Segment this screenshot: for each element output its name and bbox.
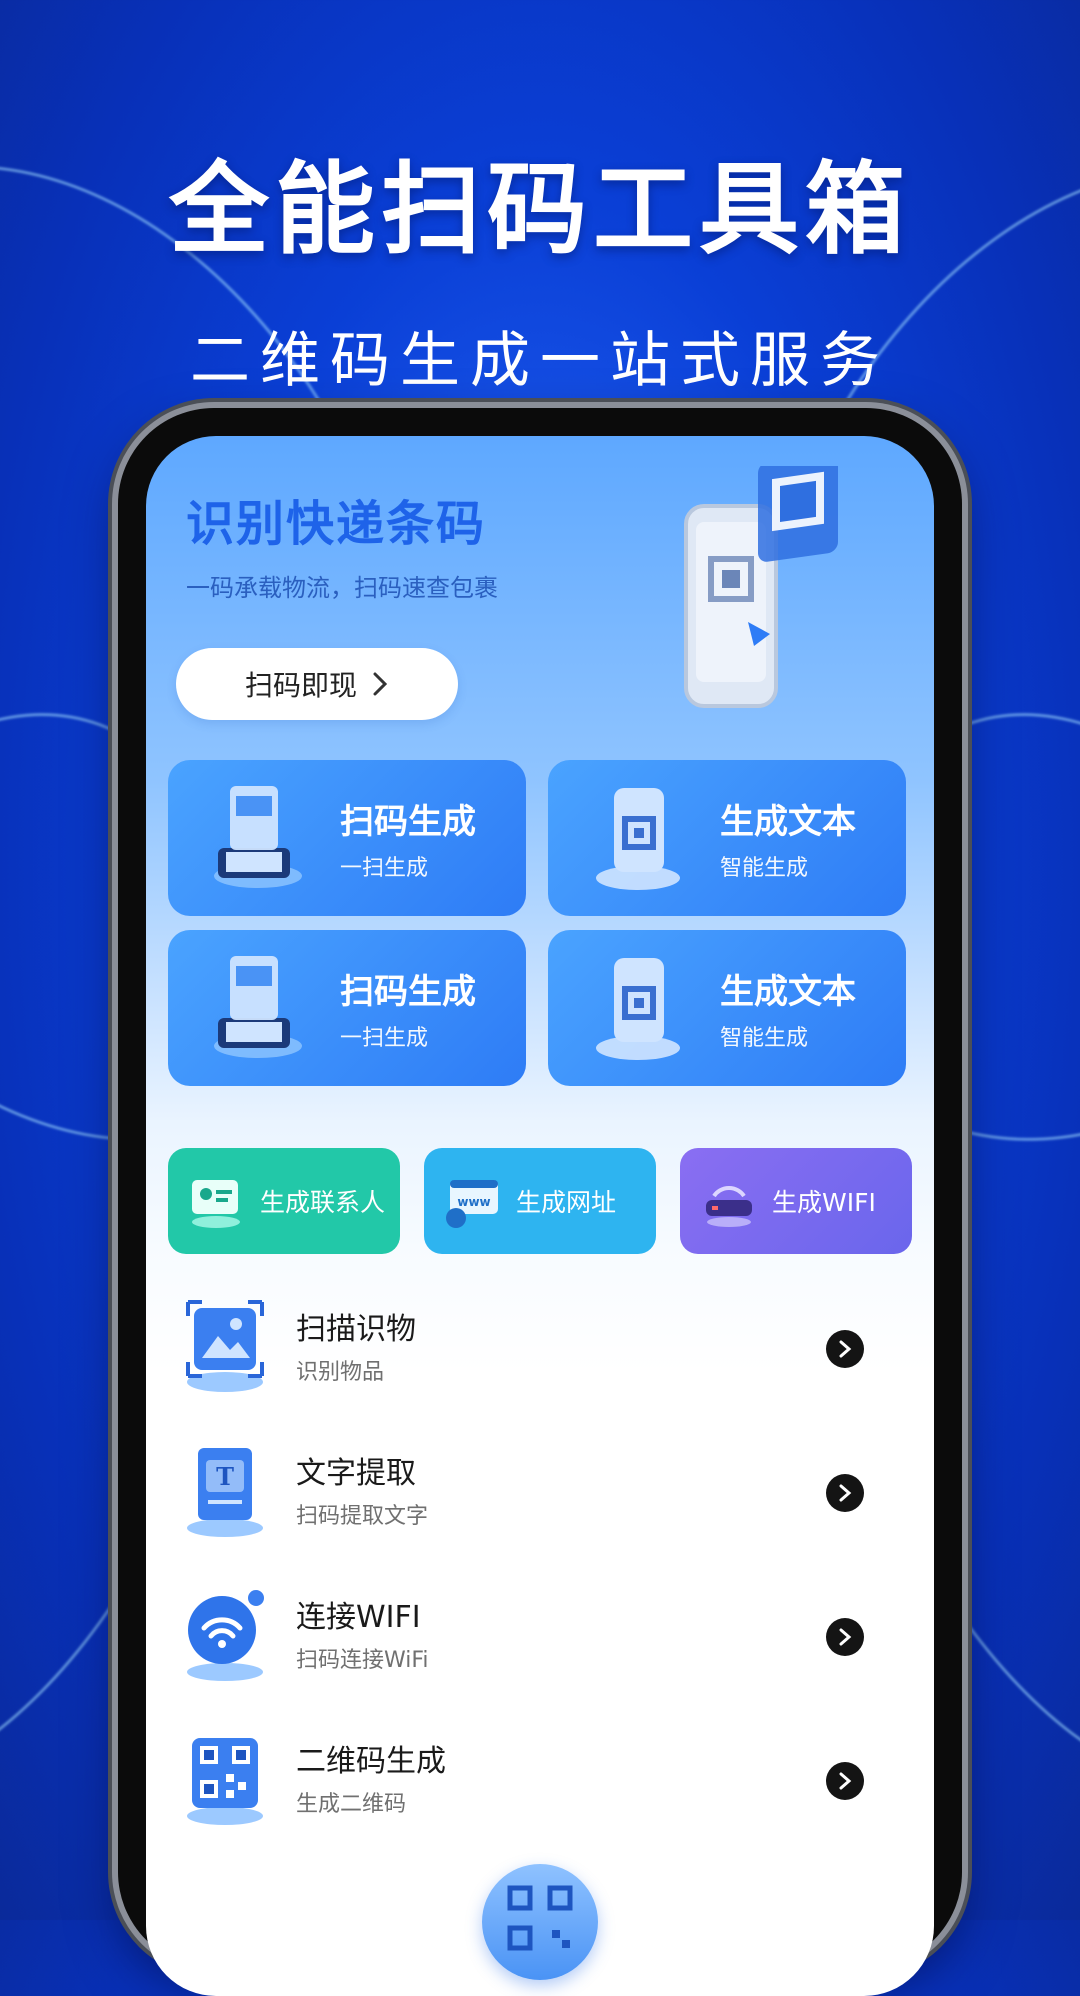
list-item-title: 二维码生成 <box>296 1744 446 1779</box>
generate-contact-button[interactable]: 生成联系人 <box>168 1148 400 1254</box>
contact-card-icon <box>192 1180 240 1228</box>
promo-title: 全能扫码工具箱 <box>169 151 911 268</box>
chevron-right-icon[interactable] <box>826 1762 864 1800</box>
feature-card-scan-generate[interactable]: 扫码生成 一扫生成 <box>168 760 526 916</box>
generate-url-button[interactable]: www 生成网址 <box>424 1148 656 1254</box>
scan-generate-icon <box>214 956 302 1058</box>
list-item-connect-wifi[interactable]: 连接WIFI 扫码连接WiFi <box>146 1572 934 1702</box>
scan-qr-fab-button[interactable] <box>482 1864 598 1980</box>
generate-wifi-button[interactable]: 生成WIFI <box>680 1148 912 1254</box>
list-item-scan-object[interactable]: 扫描识物 识别物品 <box>146 1284 934 1414</box>
feature-card-generate-text[interactable]: 生成文本 智能生成 <box>548 930 906 1086</box>
qr-phone-icon <box>596 788 680 890</box>
list-item-subtitle: 生成二维码 <box>296 1792 407 1817</box>
card-subtitle: 一扫生成 <box>340 1026 429 1051</box>
banner-title: 识别快递条码 <box>186 496 487 552</box>
banner-subtitle: 一码承载物流，扫码速查包裹 <box>186 574 498 602</box>
scan-generate-icon <box>214 786 302 888</box>
phone-frame: 识别快递条码 一码承载物流，扫码速查包裹 扫码即现 扫码生成 一扫生成 生成文本… <box>118 408 962 1996</box>
svg-text:www: www <box>457 1195 490 1209</box>
card-title: 生成文本 <box>720 972 856 1012</box>
promo-subtitle: 二维码生成一站式服务 <box>190 326 890 396</box>
chevron-right-icon[interactable] <box>826 1474 864 1512</box>
card-title: 扫码生成 <box>340 802 476 842</box>
chevron-right-icon <box>373 672 388 696</box>
qr-phone-icon <box>596 958 680 1060</box>
generate-contact-label: 生成联系人 <box>260 1188 386 1217</box>
list-item-title: 连接WIFI <box>296 1600 421 1635</box>
card-title: 扫码生成 <box>340 972 476 1012</box>
list-item-subtitle: 识别物品 <box>296 1360 385 1385</box>
list-item-title: 扫描识物 <box>296 1312 416 1347</box>
chevron-right-icon[interactable] <box>826 1330 864 1368</box>
scan-now-button[interactable]: 扫码即现 <box>176 648 458 720</box>
svg-text:T: T <box>216 1462 234 1491</box>
generate-wifi-label: 生成WIFI <box>772 1188 876 1217</box>
list-item-text-extract[interactable]: T 文字提取 扫码提取文字 <box>146 1428 934 1558</box>
qr-code-icon <box>507 1885 573 1951</box>
text-extract-icon: T <box>187 1448 263 1537</box>
generate-url-label: 生成网址 <box>516 1188 617 1217</box>
card-title: 生成文本 <box>720 802 856 842</box>
feature-card-scan-generate[interactable]: 扫码生成 一扫生成 <box>168 930 526 1086</box>
chevron-right-icon[interactable] <box>826 1618 864 1656</box>
card-subtitle: 一扫生成 <box>340 856 429 881</box>
app-screen: 识别快递条码 一码承载物流，扫码速查包裹 扫码即现 扫码生成 一扫生成 生成文本… <box>146 436 934 1996</box>
card-subtitle: 智能生成 <box>720 1026 809 1051</box>
wifi-router-icon <box>706 1186 752 1227</box>
list-item-title: 文字提取 <box>296 1456 416 1491</box>
web-address-icon: www <box>446 1180 498 1228</box>
card-subtitle: 智能生成 <box>720 856 809 881</box>
phone-scan-illustration-icon <box>684 466 838 708</box>
list-item-subtitle: 扫码连接WiFi <box>296 1648 429 1673</box>
scan-now-label: 扫码即现 <box>244 669 357 702</box>
list-item-qr-generate[interactable]: 二维码生成 生成二维码 <box>146 1716 934 1846</box>
feature-card-generate-text[interactable]: 生成文本 智能生成 <box>548 760 906 916</box>
wifi-connect-icon <box>187 1590 264 1681</box>
qr-code-icon <box>187 1738 263 1825</box>
list-item-subtitle: 扫码提取文字 <box>296 1504 429 1529</box>
scan-object-icon <box>186 1300 264 1392</box>
